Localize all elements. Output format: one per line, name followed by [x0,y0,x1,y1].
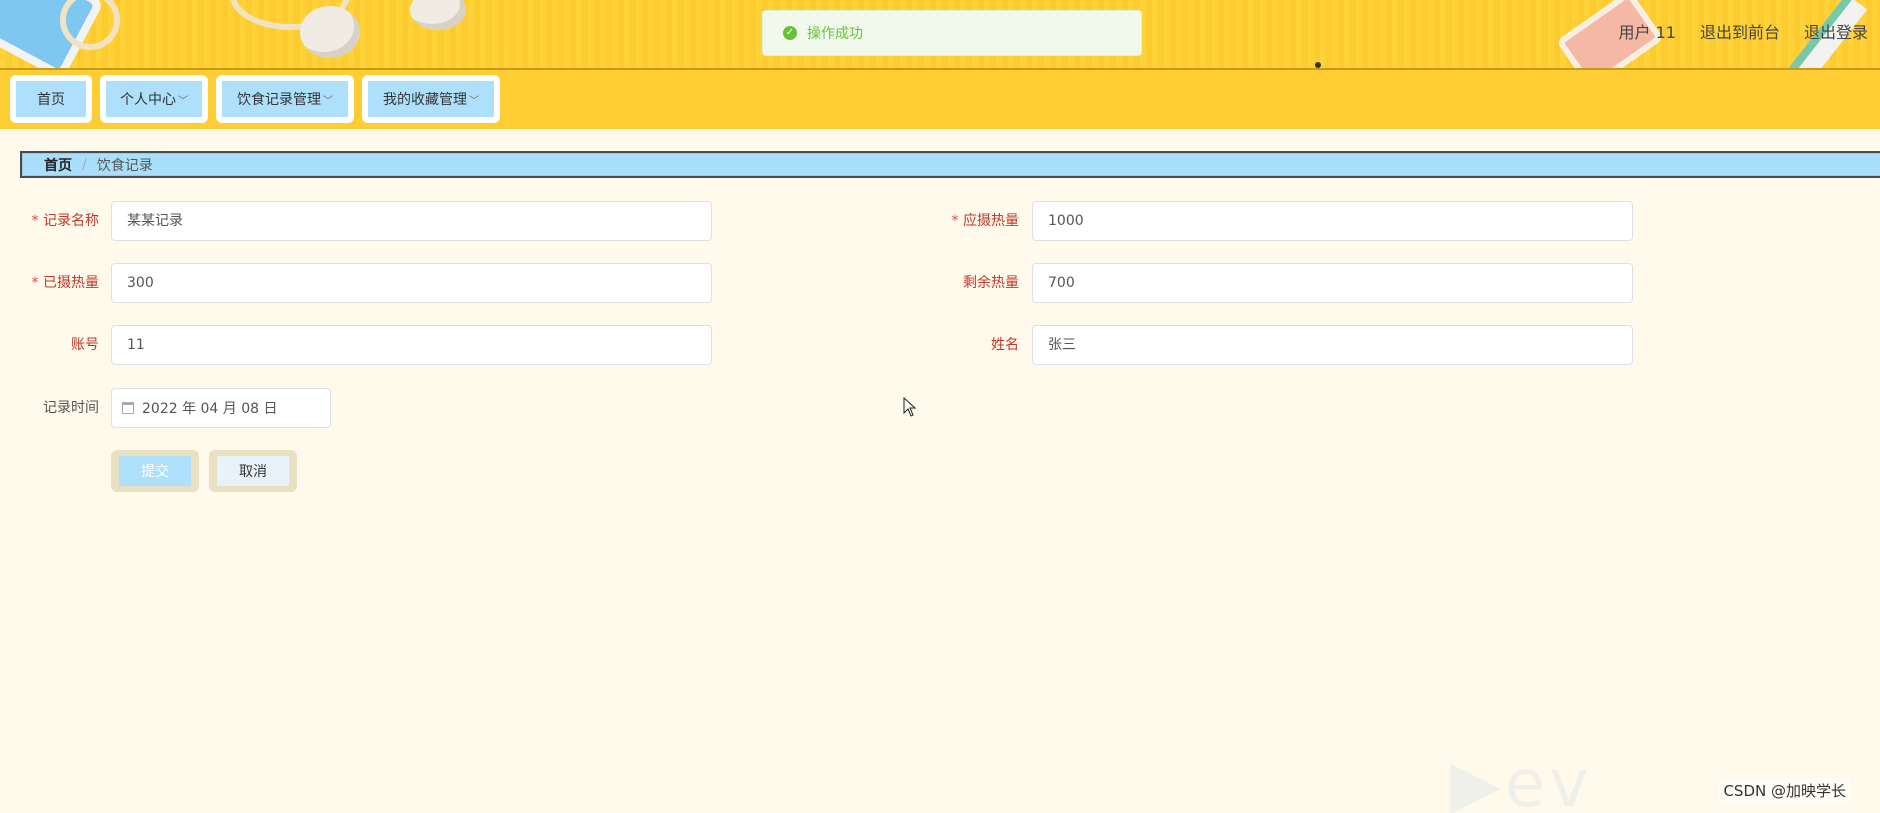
chevron-down-icon: ﹀ [178,95,188,107]
consumed-calories-label: * 已摄热量 [31,275,99,291]
current-user: 用户 11 [1618,23,1676,42]
nav-label: 饮食记录管理 [237,92,321,108]
success-toast: ✓ 操作成功 [762,10,1142,56]
nav-item-favorites[interactable]: 我的收藏管理 ﹀ [362,75,500,123]
record-name-input[interactable]: 某某记录 [111,201,712,241]
consumed-calories-input[interactable]: 300 [111,263,712,303]
nav-label: 首页 [37,92,65,108]
submit-button[interactable]: 提交 [111,450,199,492]
earphone-decoration-image [300,6,360,58]
dot-decoration [1315,62,1321,68]
account-label: 账号 [71,337,99,353]
nav-label: 我的收藏管理 [383,92,467,108]
cancel-button[interactable]: 取消 [209,450,297,492]
record-time-value: 2022 年 04 月 08 日 [142,401,278,417]
main-nav: 首页 个人中心 ﹀ 饮食记录管理 ﹀ 我的收藏管理 ﹀ [0,70,1880,129]
breadcrumb-home[interactable]: 首页 [44,155,72,175]
account-input[interactable]: 11 [111,325,712,365]
record-time-label: 记录时间 [43,400,99,416]
nav-item-home[interactable]: 首页 [10,75,92,123]
nav-item-diet-records[interactable]: 饮食记录管理 ﹀ [216,75,354,123]
record-time-picker[interactable]: 2022 年 04 月 08 日 [111,388,331,428]
remaining-calories-label: 剩余热量 [963,275,1019,291]
back-to-front-link[interactable]: 退出到前台 [1700,19,1780,43]
earphone-decoration-image [410,0,466,30]
target-calories-input[interactable]: 1000 [1032,201,1633,241]
calendar-icon [122,402,134,414]
name-label: 姓名 [991,337,1019,353]
target-calories-label: * 应摄热量 [951,213,1019,229]
mouse-cursor-icon [903,397,917,417]
remaining-calories-input[interactable]: 700 [1032,263,1633,303]
breadcrumb-current: 饮食记录 [96,157,153,174]
toast-message: 操作成功 [807,26,863,42]
submit-label: 提交 [141,464,169,480]
header-links: 用户 11 退出到前台 退出登录 [1595,19,1880,43]
chevron-down-icon: ﹀ [323,95,333,107]
record-name-label: * 记录名称 [31,213,99,229]
top-header: ✓ 操作成功 用户 11 退出到前台 退出登录 [0,0,1880,70]
breadcrumb-separator: / [82,156,87,173]
name-input[interactable]: 张三 [1032,325,1633,365]
csdn-watermark: CSDN @加映学长 [1719,778,1850,803]
success-check-icon: ✓ [783,26,797,40]
nav-item-personal-center[interactable]: 个人中心 ﹀ [100,75,208,123]
cancel-label: 取消 [239,464,267,480]
ev-logo-watermark-image: ▶ev [1450,755,1593,813]
nav-label: 个人中心 [120,92,176,108]
logout-link[interactable]: 退出登录 [1804,19,1868,43]
chevron-down-icon: ﹀ [469,95,479,107]
breadcrumb: 首页 / 饮食记录 [20,151,1880,178]
